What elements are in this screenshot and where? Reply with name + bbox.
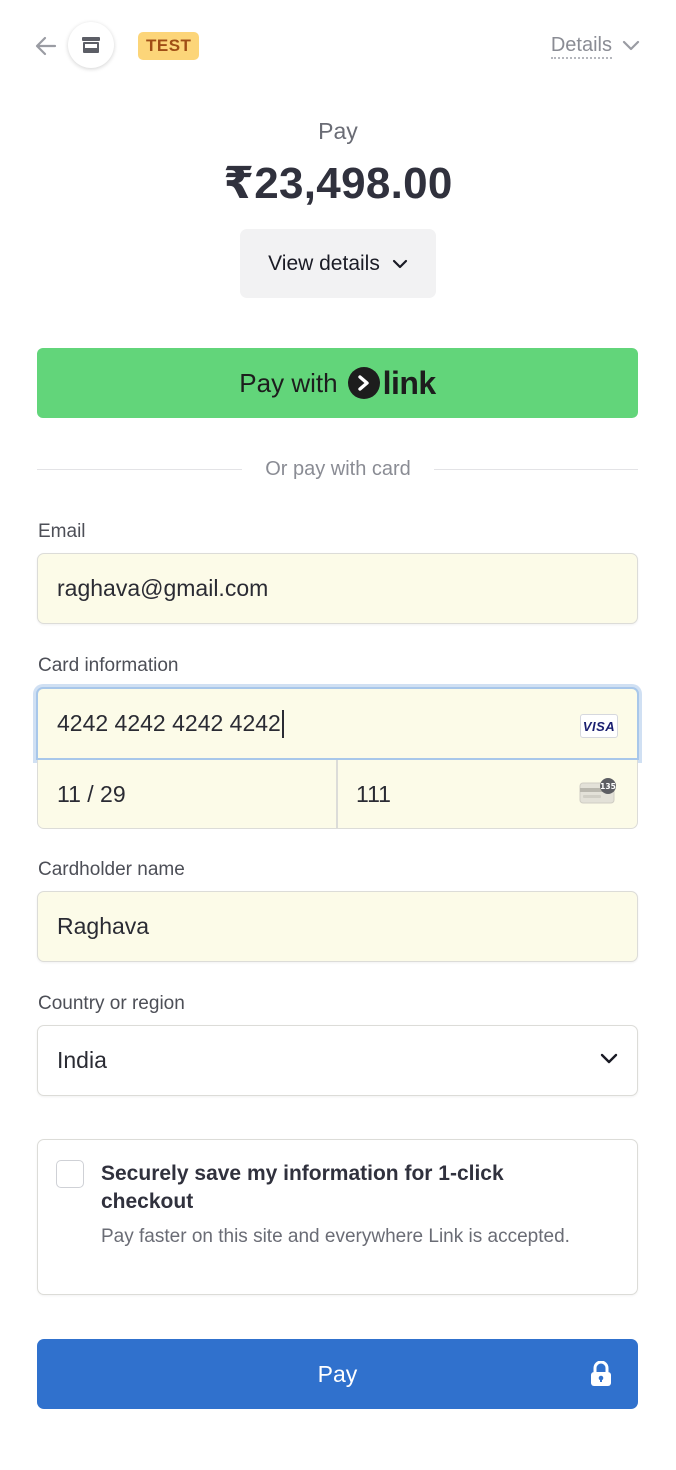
country-label: Country or region bbox=[38, 993, 185, 1014]
store-avatar bbox=[68, 22, 114, 68]
arrow-left-icon bbox=[35, 36, 57, 56]
total-amount: ₹23,498.00 bbox=[223, 159, 453, 208]
or-pay-with-card-text: Or pay with card bbox=[251, 458, 425, 480]
link-logo-icon bbox=[347, 367, 380, 399]
pay-with-label: Pay with bbox=[239, 367, 338, 398]
pay-button[interactable]: Pay bbox=[37, 1339, 638, 1409]
pay-heading: Pay bbox=[318, 118, 358, 144]
view-details-button[interactable]: View details bbox=[240, 229, 436, 298]
save-info-title: Securely save my information for 1-click… bbox=[101, 1162, 504, 1213]
cardholder-name-field[interactable]: Raghava bbox=[37, 891, 638, 962]
cvc-card-icon: 135 bbox=[579, 778, 616, 804]
back-button[interactable] bbox=[30, 30, 62, 62]
card-number-value: 4242 4242 4242 4242 bbox=[57, 710, 281, 736]
cardholder-name-label: Cardholder name bbox=[38, 859, 185, 880]
cvc-icon-digits: 135 bbox=[600, 782, 616, 791]
save-info-box: Securely save my information for 1-click… bbox=[37, 1139, 638, 1295]
chevron-down-icon bbox=[622, 40, 640, 51]
details-toggle[interactable]: Details bbox=[550, 30, 640, 62]
email-label: Email bbox=[38, 521, 86, 542]
pay-with-link-button[interactable]: Pay with link bbox=[37, 348, 638, 418]
text-cursor bbox=[281, 709, 284, 738]
country-select[interactable]: India bbox=[37, 1025, 638, 1096]
chevron-down-icon bbox=[600, 1053, 618, 1064]
email-field[interactable]: raghava@gmail.com bbox=[37, 553, 638, 624]
card-number-field[interactable]: 4242 4242 4242 4242 VISA bbox=[36, 687, 639, 760]
pay-button-label: Pay bbox=[317, 1360, 358, 1387]
view-details-label: View details bbox=[268, 251, 380, 275]
country-value: India bbox=[57, 1047, 107, 1073]
card-information-label: Card information bbox=[38, 655, 179, 676]
expiry-field[interactable]: 11 / 29 bbox=[37, 760, 337, 829]
cvc-value: 111 bbox=[356, 780, 391, 807]
visa-icon: VISA bbox=[580, 714, 618, 738]
test-mode-badge: TEST bbox=[138, 32, 200, 60]
save-info-checkbox[interactable] bbox=[56, 1160, 84, 1188]
link-brand-text: link bbox=[382, 364, 437, 401]
store-icon bbox=[82, 37, 100, 53]
save-info-description: Pay faster on this site and everywhere L… bbox=[101, 1226, 570, 1247]
chevron-down-icon bbox=[392, 259, 407, 268]
cvc-field[interactable]: 111 135 bbox=[337, 760, 638, 829]
lock-icon bbox=[591, 1361, 611, 1386]
details-label: Details bbox=[550, 34, 612, 59]
